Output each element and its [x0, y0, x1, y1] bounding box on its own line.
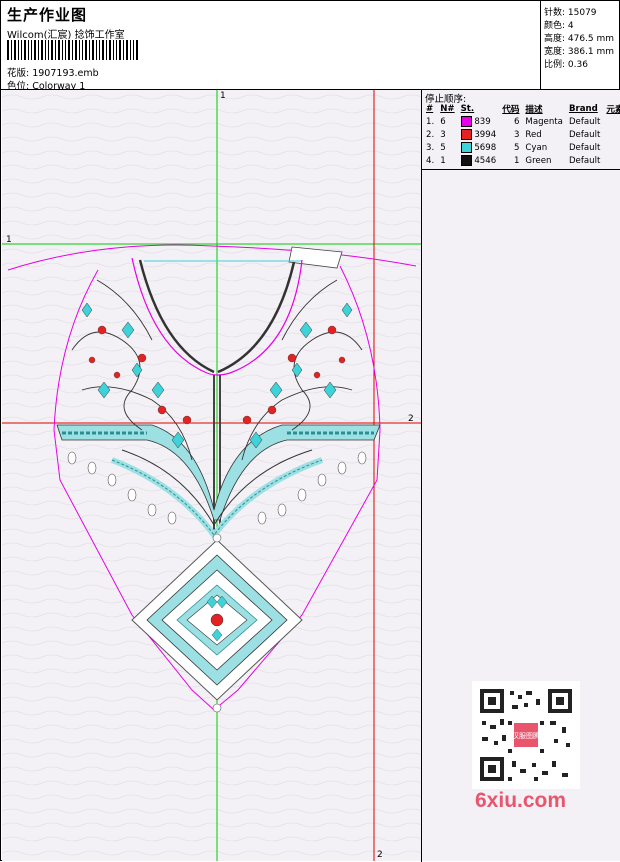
row-brand: Default	[568, 142, 601, 153]
row-stitches: 3994	[458, 128, 500, 141]
watermark-logo: 6xiu.com	[475, 789, 567, 812]
col-element: 元素	[606, 104, 620, 115]
row-brand: Default	[568, 116, 601, 127]
row-stitches: 4546	[458, 154, 500, 167]
row-needle: 5	[440, 142, 446, 153]
row-code: 3	[513, 129, 520, 140]
sheet-title: 生产作业图	[7, 6, 88, 24]
color-swatch	[460, 129, 472, 140]
row-index: 2.	[426, 129, 435, 140]
row-description: Green	[525, 155, 552, 166]
qr-code: 汉服图腾	[472, 681, 580, 789]
col-code: 代码	[502, 104, 520, 115]
stop-sequence-table: # N# St. 代码 描述 Brand 元素 1. 6 839 6 Magen…	[423, 102, 620, 167]
row-code: 1	[513, 155, 520, 166]
row-stitches: 5698	[458, 141, 500, 154]
table-divider	[422, 169, 620, 170]
col-index: #	[426, 103, 434, 114]
stitch-count: 针数: 15079	[544, 8, 597, 18]
guide-label-h1: 1	[6, 235, 12, 245]
design-canvas[interactable]: 1 1 2 2	[2, 90, 421, 861]
row-needle: 6	[440, 116, 446, 127]
production-worksheet: 生产作业图 Wilcom(汇宸) 捻饰工作室 花版: 1907193.emb 色…	[0, 0, 620, 862]
row-needle: 1	[440, 155, 446, 166]
row-description: Red	[525, 129, 542, 140]
row-index: 3.	[426, 142, 435, 153]
row-index: 4.	[426, 155, 435, 166]
row-brand: Default	[568, 129, 601, 140]
design-stats: 针数: 15079 颜色: 4 高度: 476.5 mm 宽度: 386.1 m…	[540, 1, 620, 89]
row-needle: 3	[440, 129, 446, 140]
guide-label-v2: 2	[377, 850, 383, 860]
row-brand: Default	[568, 155, 601, 166]
col-description: 描述	[525, 104, 543, 115]
header-info: 生产作业图 Wilcom(汇宸) 捻饰工作室 花版: 1907193.emb 色…	[5, 3, 539, 92]
row-index: 1.	[426, 116, 435, 127]
color-swatch	[460, 142, 472, 153]
table-row[interactable]: 3. 5 5698 5 Cyan Default	[423, 141, 620, 154]
color-count: 颜色: 4	[544, 21, 574, 31]
row-description: Magenta	[525, 116, 563, 127]
guide-label-h2: 2	[408, 414, 414, 424]
design-scale: 比例: 0.36	[544, 60, 588, 70]
color-swatch	[460, 116, 472, 127]
design-file: 花版: 1907193.emb	[7, 68, 99, 79]
col-needle: N#	[440, 103, 455, 114]
barcode	[7, 40, 138, 60]
design-width: 宽度: 386.1 mm	[544, 47, 615, 57]
table-row[interactable]: 2. 3 3994 3 Red Default	[423, 128, 620, 141]
color-swatch	[460, 155, 472, 166]
col-stitches: St.	[460, 103, 475, 114]
design-height: 高度: 476.5 mm	[544, 34, 615, 44]
guide-label-v1: 1	[220, 91, 226, 101]
stop-table-header: # N# St. 代码 描述 Brand 元素	[423, 102, 620, 115]
row-code: 5	[513, 142, 520, 153]
embroidery-preview: 1 1 2 2	[2, 90, 421, 861]
studio-name: Wilcom(汇宸) 捻饰工作室	[7, 30, 125, 41]
row-stitches: 839	[458, 115, 500, 128]
col-brand: Brand	[568, 103, 598, 114]
row-code: 6	[513, 116, 520, 127]
qr-stamp: 汉服图腾	[512, 731, 540, 740]
table-row[interactable]: 1. 6 839 6 Magenta Default	[423, 115, 620, 128]
table-row[interactable]: 4. 1 4546 1 Green Default	[423, 154, 620, 167]
row-description: Cyan	[525, 142, 548, 153]
